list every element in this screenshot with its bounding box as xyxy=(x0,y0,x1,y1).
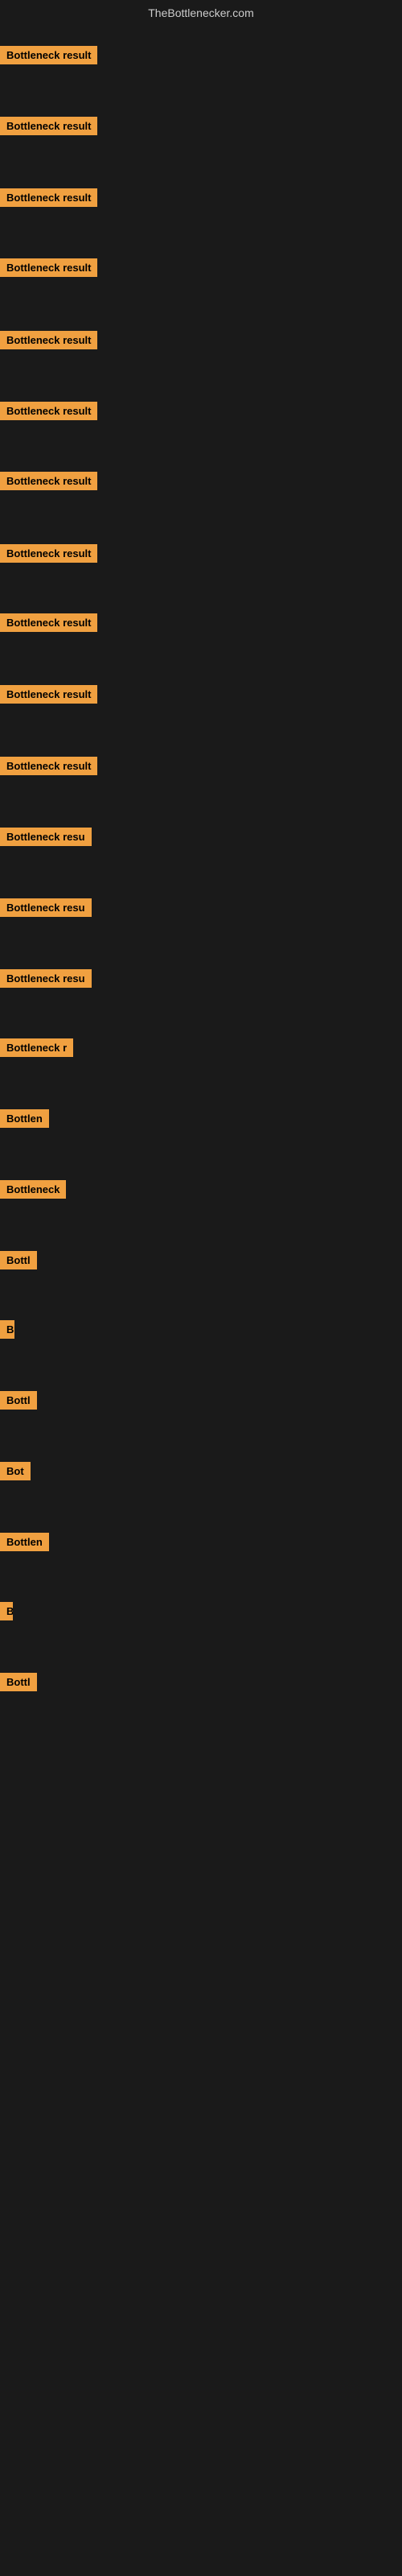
bottleneck-badge-10[interactable]: Bottleneck result xyxy=(0,685,97,704)
bottleneck-badge-container-10: Bottleneck result xyxy=(0,685,97,708)
bottleneck-badge-3[interactable]: Bottleneck result xyxy=(0,188,97,207)
bottleneck-badge-17[interactable]: Bottleneck xyxy=(0,1180,66,1199)
bottleneck-badge-11[interactable]: Bottleneck result xyxy=(0,757,97,775)
bottleneck-badge-container-8: Bottleneck result xyxy=(0,544,97,567)
bottleneck-badge-container-20: Bottl xyxy=(0,1391,37,1414)
bottleneck-badge-container-21: Bot xyxy=(0,1462,31,1484)
bottleneck-badge-8[interactable]: Bottleneck result xyxy=(0,544,97,563)
bottleneck-badge-container-19: B xyxy=(0,1320,14,1343)
bottleneck-badge-14[interactable]: Bottleneck resu xyxy=(0,969,92,988)
site-title: TheBottlenecker.com xyxy=(0,0,402,23)
bottleneck-badge-13[interactable]: Bottleneck resu xyxy=(0,898,92,917)
bottleneck-badge-container-7: Bottleneck result xyxy=(0,472,97,494)
bottleneck-badge-container-3: Bottleneck result xyxy=(0,188,97,211)
bottleneck-badge-5[interactable]: Bottleneck result xyxy=(0,331,97,349)
bottleneck-badge-container-17: Bottleneck xyxy=(0,1180,66,1203)
bottleneck-badge-4[interactable]: Bottleneck result xyxy=(0,258,97,277)
bottleneck-badge-24[interactable]: Bottl xyxy=(0,1673,37,1691)
bottleneck-badge-container-12: Bottleneck resu xyxy=(0,828,92,850)
bottleneck-badge-container-15: Bottleneck r xyxy=(0,1038,73,1061)
bottleneck-badge-7[interactable]: Bottleneck result xyxy=(0,472,97,490)
bottleneck-badge-container-13: Bottleneck resu xyxy=(0,898,92,921)
bottleneck-badge-19[interactable]: B xyxy=(0,1320,14,1339)
bottleneck-badge-6[interactable]: Bottleneck result xyxy=(0,402,97,420)
bottleneck-badge-container-4: Bottleneck result xyxy=(0,258,97,281)
bottleneck-badge-22[interactable]: Bottlen xyxy=(0,1533,49,1551)
bottleneck-badge-21[interactable]: Bot xyxy=(0,1462,31,1480)
bottleneck-badge-18[interactable]: Bottl xyxy=(0,1251,37,1269)
bottleneck-badge-container-14: Bottleneck resu xyxy=(0,969,92,992)
bottleneck-badge-9[interactable]: Bottleneck result xyxy=(0,613,97,632)
bottleneck-badge-23[interactable]: B xyxy=(0,1602,13,1620)
bottleneck-badge-container-6: Bottleneck result xyxy=(0,402,97,424)
bottleneck-badge-container-5: Bottleneck result xyxy=(0,331,97,353)
bottleneck-badge-16[interactable]: Bottlen xyxy=(0,1109,49,1128)
bottleneck-badge-container-1: Bottleneck result xyxy=(0,46,97,68)
bottleneck-badge-container-9: Bottleneck result xyxy=(0,613,97,636)
bottleneck-badge-container-18: Bottl xyxy=(0,1251,37,1274)
bottleneck-badge-15[interactable]: Bottleneck r xyxy=(0,1038,73,1057)
bottleneck-badge-2[interactable]: Bottleneck result xyxy=(0,117,97,135)
bottleneck-badge-20[interactable]: Bottl xyxy=(0,1391,37,1410)
bottleneck-badge-container-2: Bottleneck result xyxy=(0,117,97,139)
bottleneck-badge-container-24: Bottl xyxy=(0,1673,37,1695)
bottleneck-badge-container-11: Bottleneck result xyxy=(0,757,97,779)
bottleneck-badge-container-22: Bottlen xyxy=(0,1533,49,1555)
bottleneck-badge-container-23: B xyxy=(0,1602,13,1624)
bottleneck-badge-1[interactable]: Bottleneck result xyxy=(0,46,97,64)
bottleneck-badge-12[interactable]: Bottleneck resu xyxy=(0,828,92,846)
bottleneck-badge-container-16: Bottlen xyxy=(0,1109,49,1132)
